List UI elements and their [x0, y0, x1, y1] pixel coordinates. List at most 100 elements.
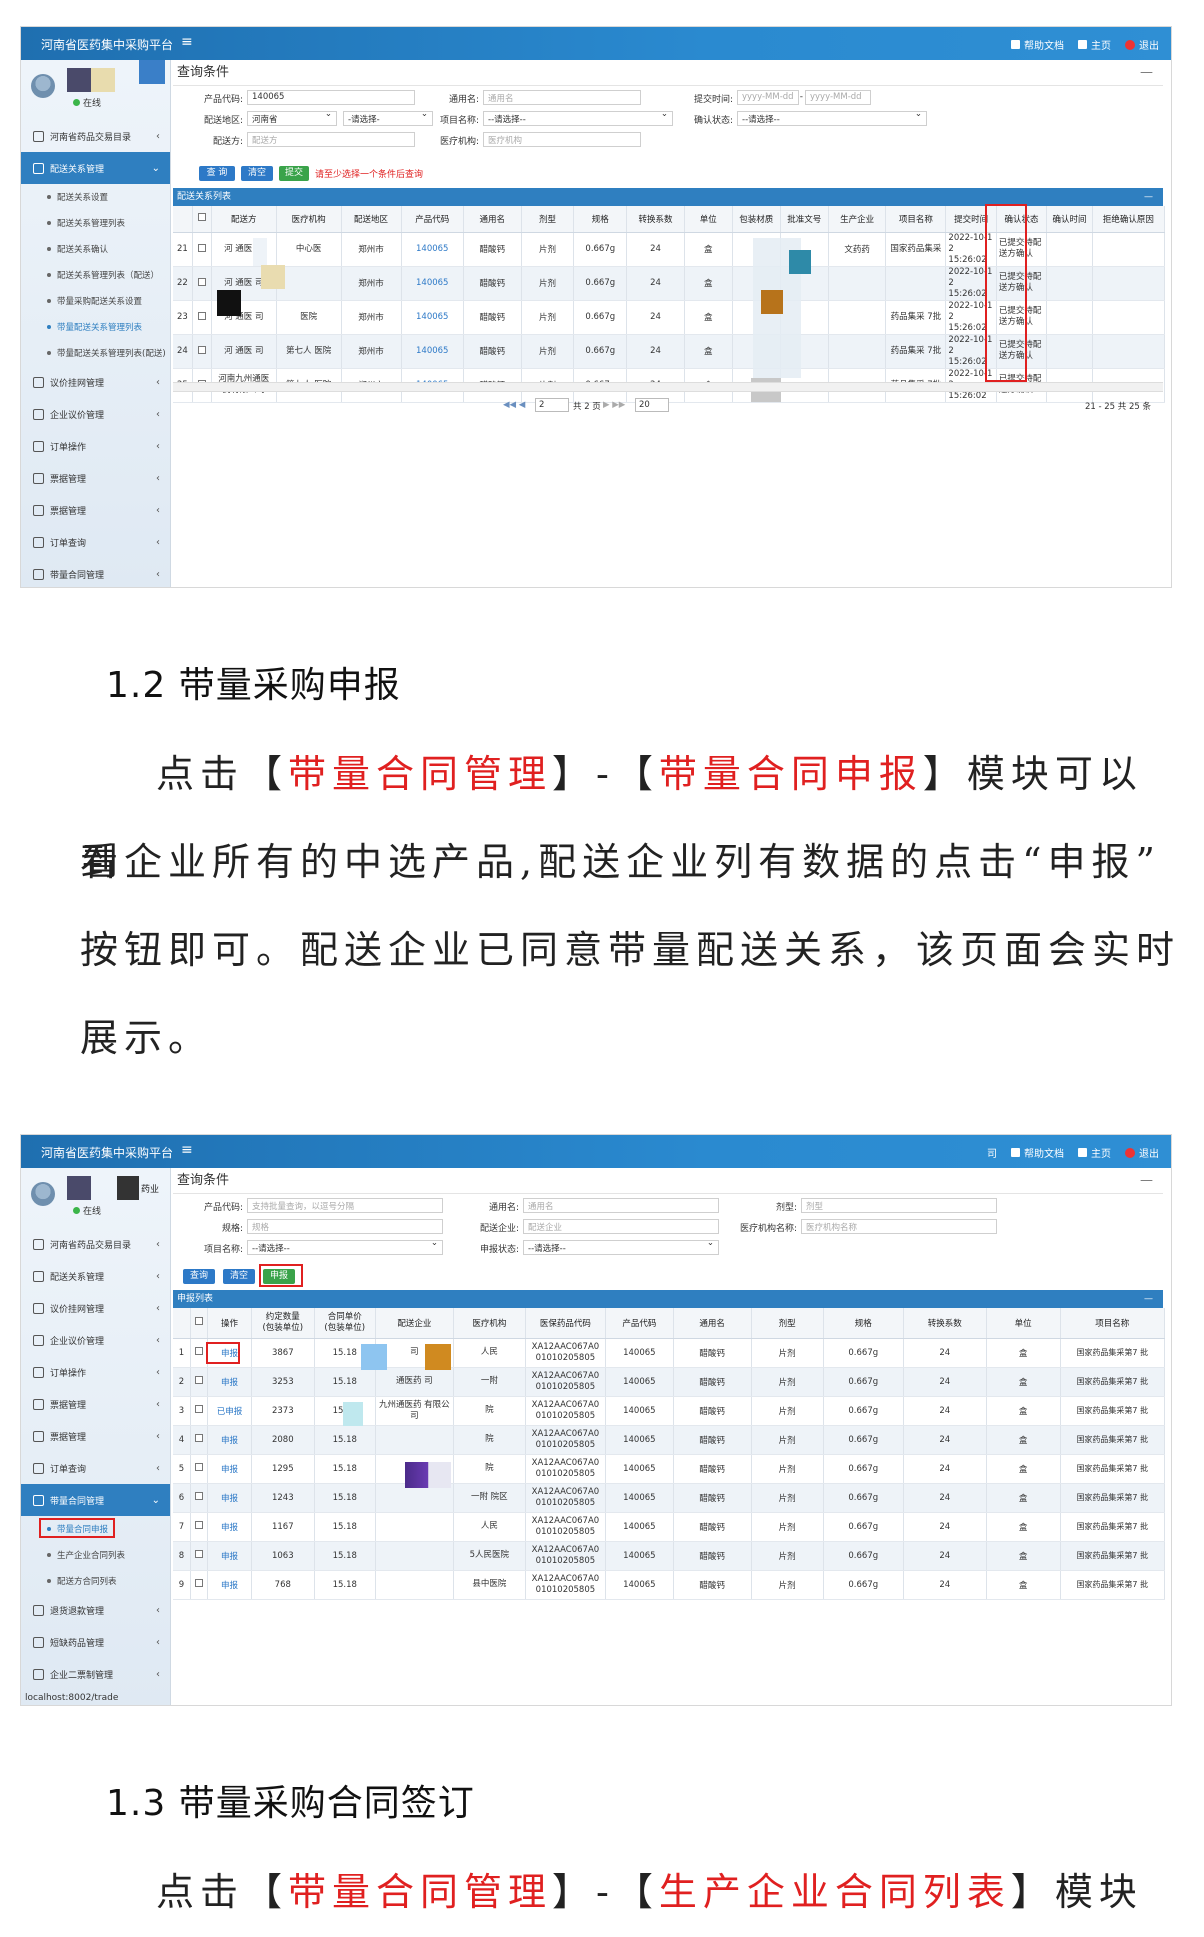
col-product-code[interactable]: 产品代码	[605, 1308, 674, 1339]
collapse-icon[interactable]: —	[1140, 1168, 1153, 1194]
logout-link[interactable]: 退出	[1125, 37, 1159, 52]
sidebar-item-volume-contract[interactable]: 带量合同管理 ⌄	[21, 1484, 170, 1516]
sidebar-item-enterprise-price[interactable]: 企业议价管理 ‹	[21, 1324, 170, 1356]
declare-link[interactable]: 已申报	[207, 1396, 252, 1426]
sidebar-item-order-query[interactable]: 订单查询 ‹	[21, 526, 170, 558]
sidebar-sub-delivery-confirm[interactable]: 配送关系确认	[21, 236, 170, 262]
table-row[interactable]: 8 申报 1063 15.18 5人民医院 XA12AAC067A0 0101020580…	[173, 1541, 1166, 1571]
horizontal-scrollbar[interactable]	[173, 382, 1163, 392]
row-checkbox[interactable]	[195, 1376, 204, 1384]
sidebar-sub-volume-list-dist[interactable]: 带量配送关系管理列表(配送)	[21, 340, 170, 366]
col-packaging[interactable]: 包装材质	[732, 206, 781, 233]
sidebar-item-delivery-relations[interactable]: 配送关系管理 ⌄	[21, 152, 170, 184]
row-checkbox[interactable]	[197, 345, 206, 354]
col-distributor[interactable]: 配送企业	[375, 1308, 454, 1339]
col-approval[interactable]: 批准文号	[780, 206, 829, 233]
logout-link[interactable]: 退出	[1125, 1145, 1159, 1160]
menu-toggle-icon[interactable]: ≡	[181, 34, 193, 50]
col-operation[interactable]: 操作	[207, 1308, 252, 1339]
sidebar-item-invoice-1[interactable]: 票据管理 ‹	[21, 462, 170, 494]
table-row[interactable]: 4 申报 2080 15.18 院 XA12AAC067A0 01010205805 140…	[173, 1425, 1166, 1455]
hospital-input[interactable]: 医疗机构	[483, 132, 641, 147]
search-button[interactable]: 查 询	[199, 166, 235, 181]
col-region[interactable]: 配送地区	[341, 206, 402, 233]
table-row[interactable]: 3已申报237315.18九州通医药 有限公司院XA12AAC067A0 010…	[173, 1396, 1166, 1426]
declare-link[interactable]: 申报	[207, 1425, 252, 1455]
clear-button[interactable]: 清空	[223, 1269, 255, 1284]
project-select[interactable]: --请选择--	[483, 111, 673, 126]
col-reject-reason[interactable]: 拒绝确认原因	[1092, 206, 1166, 233]
sidebar-sub-manufacturer-contracts[interactable]: 生产企业合同列表	[21, 1542, 170, 1568]
table-row[interactable]: 1 申报 3867 15.18 司人民 XA12AAC067A0 01010205805 1…	[173, 1338, 1166, 1368]
row-checkbox[interactable]	[195, 1492, 204, 1500]
sidebar-item-delivery-relations[interactable]: 配送关系管理 ‹	[21, 1260, 170, 1292]
home-link[interactable]: 主页	[1078, 37, 1111, 52]
date-to-input[interactable]: yyyy-MM-dd	[805, 90, 871, 105]
table-row[interactable]: 6 申报 1243 15.18 一附 院区 XA12AAC067A0 0101020580…	[173, 1483, 1166, 1513]
declare-link[interactable]: 申报	[207, 1570, 252, 1600]
sidebar-item-two-invoice[interactable]: 企业二票制管理 ‹	[21, 1658, 170, 1690]
col-manufacturer[interactable]: 生产企业	[828, 206, 887, 233]
generic-input[interactable]: 通用名	[523, 1198, 719, 1213]
sidebar-item-returns[interactable]: 退货退款管理 ‹	[21, 1594, 170, 1626]
col-contract-price[interactable]: 合同单价 (包装单位)	[314, 1308, 376, 1339]
clear-button[interactable]: 清空	[241, 166, 273, 181]
table-row[interactable]: 7 申报 1167 15.18 人民 XA12AAC067A0 01010205805 14…	[173, 1512, 1166, 1542]
row-checkbox[interactable]	[195, 1550, 204, 1558]
sidebar-item-drug-catalog[interactable]: 河南省药品交易目录 ‹	[21, 120, 170, 152]
col-unit[interactable]: 单位	[986, 1308, 1061, 1339]
table-row[interactable]: 9 申报 768 15.18 县中医院 XA12AAC067A0 01010205805 1…	[173, 1570, 1166, 1600]
declare-status-select[interactable]: --请选择--	[523, 1240, 719, 1255]
sidebar-sub-volume-list[interactable]: 带量配送关系管理列表	[21, 314, 170, 340]
col-product-code[interactable]: 产品代码	[401, 206, 464, 233]
col-checkbox[interactable]	[192, 206, 212, 233]
help-doc-link[interactable]: 帮助文档	[1011, 1145, 1064, 1160]
sidebar-item-shortage[interactable]: 短缺药品管理 ‹	[21, 1626, 170, 1658]
collapse-icon[interactable]: —	[1144, 1290, 1153, 1308]
col-yb-code[interactable]: 医保药品代码	[525, 1308, 607, 1339]
product-code-input[interactable]: 140065	[247, 90, 415, 105]
sidebar-sub-delivery-setting[interactable]: 配送关系设置	[21, 184, 170, 210]
sidebar-item-volume-contract[interactable]: 带量合同管理 ‹	[21, 558, 170, 587]
col-checkbox[interactable]	[190, 1308, 209, 1339]
row-checkbox[interactable]	[195, 1347, 204, 1355]
col-unit[interactable]: 单位	[684, 206, 733, 233]
page-size-select[interactable]: 20	[635, 398, 669, 412]
home-link[interactable]: 主页	[1078, 1145, 1111, 1160]
col-factor[interactable]: 转换系数	[626, 206, 685, 233]
col-agreed-qty[interactable]: 约定数量 (包装单位)	[251, 1308, 315, 1339]
col-distributor[interactable]: 配送方	[211, 206, 277, 233]
product-code-input[interactable]: 支持批量查询，以逗号分隔	[247, 1198, 443, 1213]
sidebar-sub-contract-declare[interactable]: 带量合同申报	[21, 1516, 170, 1542]
col-form[interactable]: 剂型	[751, 1308, 824, 1339]
sidebar-item-invoice-2[interactable]: 票据管理 ‹	[21, 1420, 170, 1452]
generic-input[interactable]: 通用名	[483, 90, 641, 105]
region-province-select[interactable]: 河南省	[247, 111, 337, 126]
table-row[interactable]: 5 申报 1295 15.18 院 XA12AAC067A0 01010205805 140…	[173, 1454, 1166, 1484]
submit-button[interactable]: 提交	[279, 166, 309, 181]
pager-first-prev[interactable]: ◀◀ ◀	[503, 400, 525, 410]
search-button[interactable]: 查询	[183, 1269, 215, 1284]
sidebar-item-order-ops[interactable]: 订单操作 ‹	[21, 430, 170, 462]
row-checkbox[interactable]	[195, 1434, 204, 1442]
col-spec[interactable]: 规格	[823, 1308, 904, 1339]
row-checkbox[interactable]	[195, 1579, 204, 1587]
sidebar-sub-volume-setting[interactable]: 带量采购配送关系设置	[21, 288, 170, 314]
sidebar-sub-distributor-contracts[interactable]: 配送方合同列表	[21, 1568, 170, 1594]
declare-link[interactable]: 申报	[207, 1454, 252, 1484]
confirm-status-select[interactable]: --请选择--	[737, 111, 927, 126]
col-spec[interactable]: 规格	[573, 206, 628, 233]
col-generic[interactable]: 通用名	[463, 206, 522, 233]
project-select[interactable]: --请选择--	[247, 1240, 443, 1255]
sidebar-item-price-listing[interactable]: 议价挂网管理 ‹	[21, 366, 170, 398]
row-checkbox[interactable]	[195, 1521, 204, 1529]
pager-next-last[interactable]: ▶ ▶▶	[603, 400, 625, 410]
col-hospital[interactable]: 医疗机构	[276, 206, 342, 233]
menu-toggle-icon[interactable]: ≡	[181, 1142, 193, 1158]
sidebar-sub-delivery-list-dist[interactable]: 配送关系管理列表（配送）	[21, 262, 170, 288]
row-checkbox[interactable]	[195, 1405, 204, 1413]
sidebar-item-invoice-2[interactable]: 票据管理 ‹	[21, 494, 170, 526]
sidebar-item-enterprise-price[interactable]: 企业议价管理 ‹	[21, 398, 170, 430]
select-all-checkbox[interactable]	[197, 213, 206, 222]
col-project[interactable]: 项目名称	[1060, 1308, 1166, 1339]
